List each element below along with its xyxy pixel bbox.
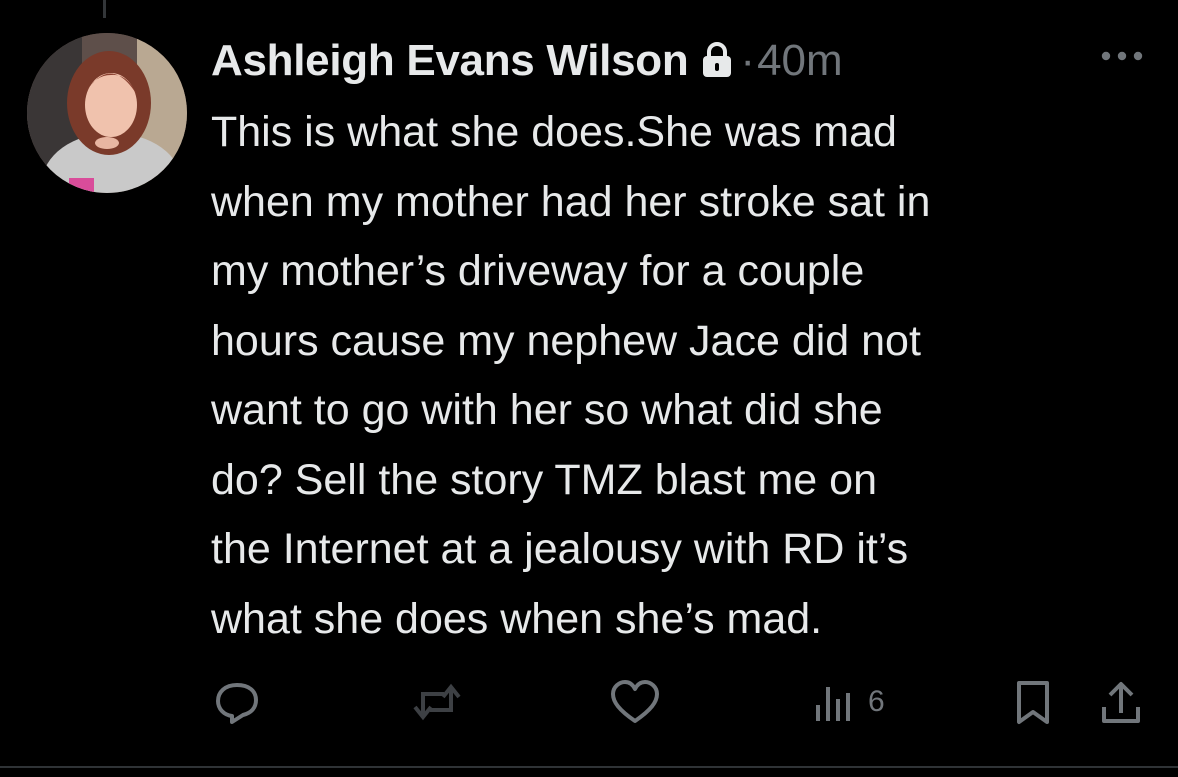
avatar[interactable] — [27, 33, 187, 193]
views-count: 6 — [868, 685, 885, 718]
retweet-icon — [410, 677, 464, 727]
reply-icon — [212, 677, 262, 727]
share-icon — [1098, 677, 1144, 727]
bookmark-button[interactable] — [1011, 672, 1055, 732]
thread-connector-line — [103, 0, 106, 18]
tweet-text: This is what she does.She was mad when m… — [211, 108, 931, 643]
like-button[interactable] — [609, 672, 661, 732]
views-bar-chart-icon — [812, 677, 856, 727]
lock-icon — [700, 41, 734, 84]
bottom-divider — [0, 766, 1178, 768]
author-name[interactable]: Ashleigh Evans Wilson — [211, 36, 689, 86]
tweet-header: Ashleigh Evans Wilson · 40m — [211, 34, 843, 88]
header-separator: · — [740, 36, 756, 85]
more-horizontal-icon[interactable] — [1100, 48, 1144, 69]
retweet-button[interactable] — [410, 672, 464, 732]
heart-icon — [609, 677, 661, 727]
timestamp[interactable]: 40m — [757, 36, 843, 86]
tweet-action-bar: 6 — [0, 672, 1178, 732]
bookmark-icon — [1011, 677, 1055, 727]
share-button[interactable] — [1098, 672, 1144, 732]
reply-button[interactable] — [212, 672, 262, 732]
views-button[interactable]: 6 — [812, 672, 885, 732]
